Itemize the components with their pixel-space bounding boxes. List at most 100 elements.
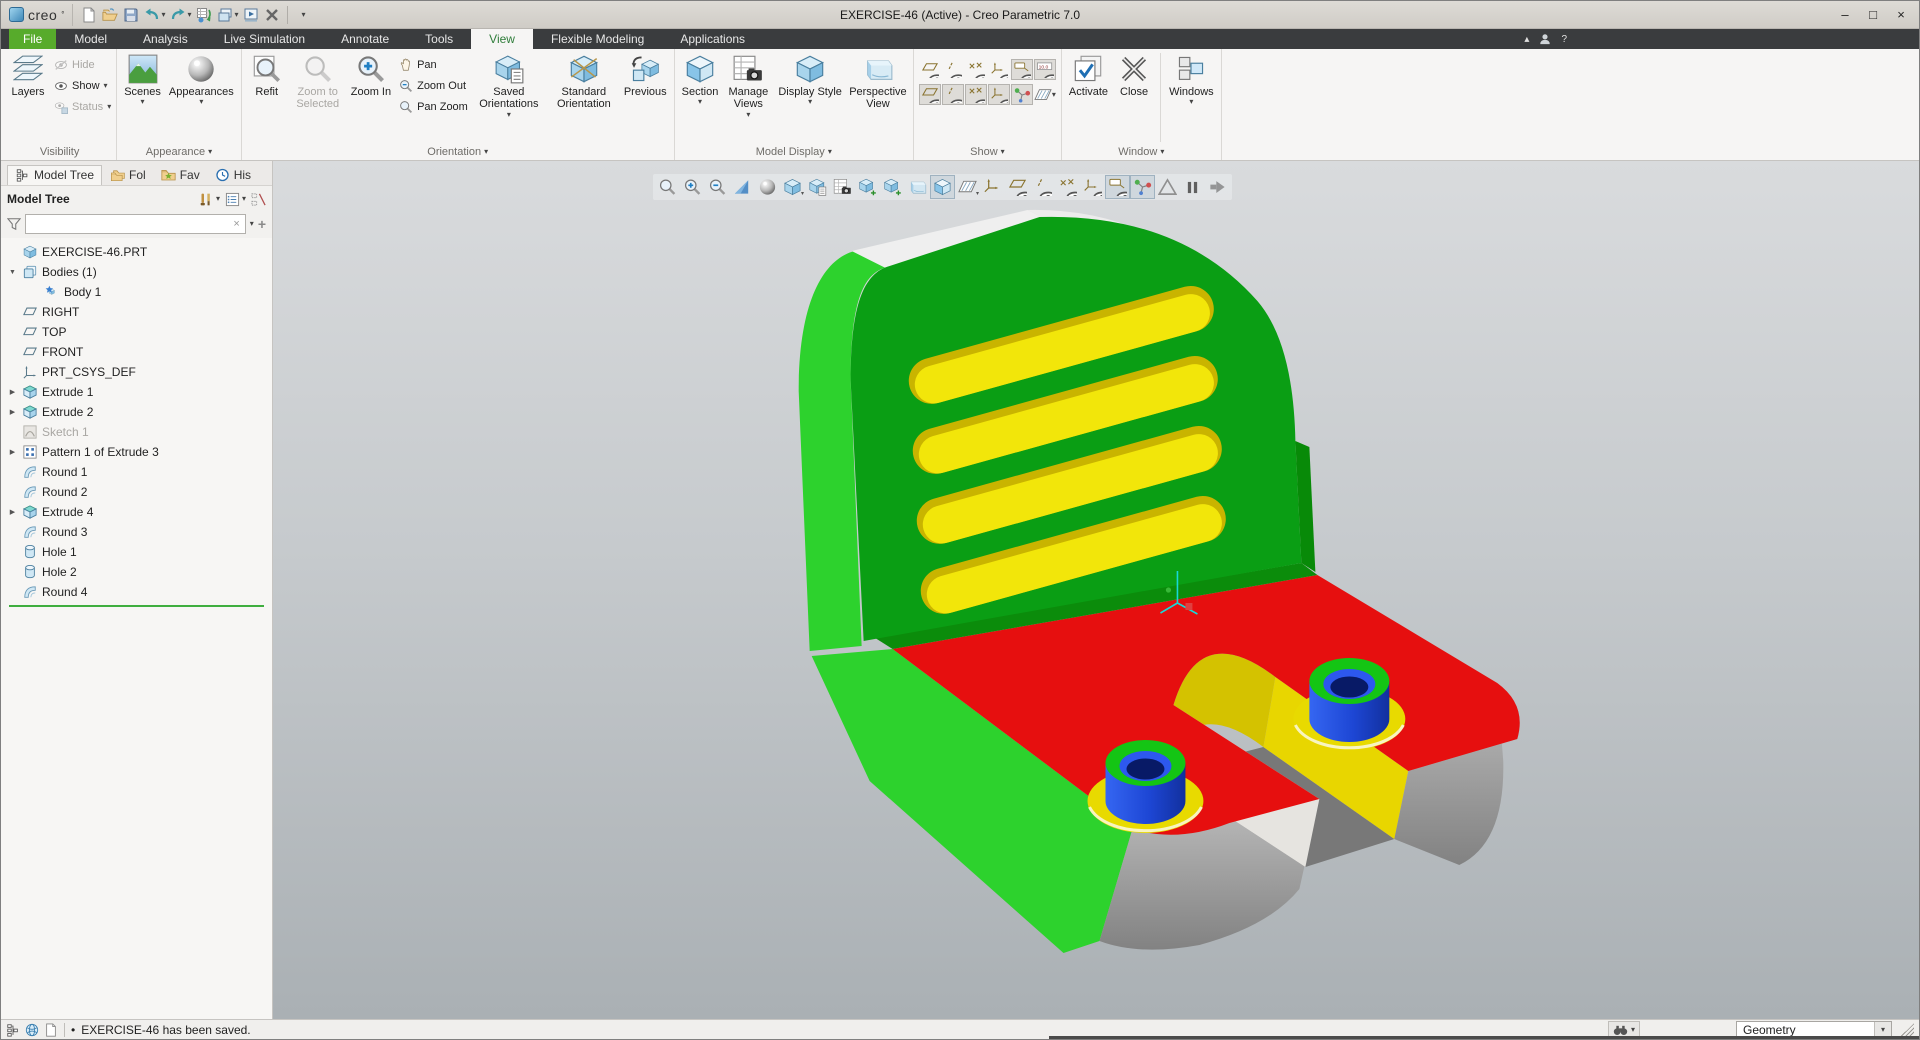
tree-settings-button[interactable]: ▾: [199, 192, 220, 207]
csys-tag-toggle[interactable]: [987, 84, 1010, 105]
resize-grip[interactable]: [1900, 1022, 1914, 1037]
group-label-orientation[interactable]: Orientation ▾: [245, 144, 671, 160]
new-button[interactable]: [79, 4, 99, 26]
perspective-icon[interactable]: [905, 175, 930, 199]
tree-item-hole2[interactable]: Hole 2: [1, 562, 272, 582]
previous-button[interactable]: Previous: [620, 51, 671, 98]
saved-orientations-button[interactable]: Saved Orientations ▾: [470, 51, 548, 119]
display-style-button[interactable]: Display Style ▾: [774, 51, 846, 106]
undo-button[interactable]: ▾: [142, 4, 167, 26]
tab-model[interactable]: Model: [56, 29, 125, 49]
open-button[interactable]: [100, 4, 120, 26]
insert-here-indicator[interactable]: [9, 605, 264, 607]
filter-input-box[interactable]: ×: [25, 214, 246, 234]
close-window-button[interactable]: [262, 4, 282, 26]
saved-orientations-icon[interactable]: [805, 175, 830, 199]
tree-item-right[interactable]: RIGHT: [1, 302, 272, 322]
exit-toolbar-icon[interactable]: [1205, 175, 1230, 199]
geometry-check-icon[interactable]: [1155, 175, 1180, 199]
expander-icon[interactable]: ▶: [7, 448, 18, 456]
tree-item-top[interactable]: TOP: [1, 322, 272, 342]
group-label-appearance[interactable]: Appearance ▾: [120, 144, 238, 160]
windows-stack-button[interactable]: ▾: [215, 4, 240, 26]
tab-folder-browser[interactable]: Fol: [103, 166, 153, 185]
part-3d-model[interactable]: [273, 161, 1919, 1019]
point-display-icon[interactable]: [1055, 175, 1080, 199]
refit-button[interactable]: Refit: [245, 51, 289, 98]
tab-applications[interactable]: Applications: [662, 29, 763, 49]
named-view-icon[interactable]: [880, 175, 905, 199]
tree-item-body1[interactable]: Body 1: [1, 282, 272, 302]
tree-item-part[interactable]: EXERCISE-46.PRT: [1, 242, 272, 262]
web-browser-button[interactable]: [25, 1023, 39, 1037]
plane-tag-toggle[interactable]: [918, 84, 941, 105]
tab-live-simulation[interactable]: Live Simulation: [206, 29, 323, 49]
toggle-model-tree-button[interactable]: [6, 1023, 20, 1037]
csys-display-toggle[interactable]: [988, 59, 1010, 80]
zoom-in-button[interactable]: Zoom In: [347, 51, 395, 98]
save-button[interactable]: [121, 4, 141, 26]
pause-icon[interactable]: [1180, 175, 1205, 199]
layers-button[interactable]: Layers: [6, 51, 50, 98]
pan-zoom-button[interactable]: Pan Zoom: [399, 99, 468, 115]
minimize-button[interactable]: –: [1831, 4, 1859, 26]
repaint-icon[interactable]: [730, 175, 755, 199]
zoom-in-icon[interactable]: [680, 175, 705, 199]
tree-item-bodies[interactable]: ▼ Bodies (1): [1, 262, 272, 282]
annotation-display-icon[interactable]: [1105, 175, 1130, 199]
blank-page-button[interactable]: [44, 1023, 58, 1037]
axis-display-toggle[interactable]: [942, 59, 964, 80]
zoom-out-button[interactable]: Zoom Out: [399, 78, 468, 94]
appearances-button[interactable]: Appearances ▾: [165, 51, 238, 106]
plane-display-toggle[interactable]: [919, 59, 941, 80]
windows-button[interactable]: Windows ▾: [1165, 51, 1218, 106]
manage-views-button[interactable]: Manage Views ▾: [722, 51, 774, 119]
tab-view[interactable]: View: [471, 29, 533, 49]
expander-icon[interactable]: ▼: [7, 269, 18, 276]
tree-item-sketch1[interactable]: Sketch 1: [1, 422, 272, 442]
tree-item-front[interactable]: FRONT: [1, 342, 272, 362]
user-icon[interactable]: [1539, 33, 1551, 45]
chevron-down-icon[interactable]: ▾: [161, 10, 165, 19]
point-display-toggle[interactable]: [965, 59, 987, 80]
maximize-button[interactable]: □: [1859, 4, 1887, 26]
help-icon[interactable]: ?: [1561, 34, 1567, 45]
spin-center-icon[interactable]: [1130, 175, 1155, 199]
tab-favorites[interactable]: Fav: [154, 166, 207, 185]
annotation-filters-icon[interactable]: [980, 175, 1005, 199]
graphics-viewport[interactable]: ▾ ▾: [273, 161, 1919, 1019]
tree-item-extrude2[interactable]: ▶ Extrude 2: [1, 402, 272, 422]
datum-display-filters-icon[interactable]: ▾: [955, 175, 980, 199]
activate-button[interactable]: Activate: [1065, 51, 1112, 98]
pan-button[interactable]: Pan: [399, 57, 468, 73]
zoom-out-icon[interactable]: [705, 175, 730, 199]
tab-annotate[interactable]: Annotate: [323, 29, 407, 49]
tree-filters-button[interactable]: ▾: [225, 192, 246, 207]
group-label-window[interactable]: Window ▾: [1065, 144, 1218, 160]
tab-flexible-modeling[interactable]: Flexible Modeling: [533, 29, 662, 49]
tab-file[interactable]: File: [9, 29, 57, 49]
tab-analysis[interactable]: Analysis: [125, 29, 206, 49]
group-label-model-display[interactable]: Model Display ▾: [678, 144, 910, 160]
tree-item-round2[interactable]: Round 2: [1, 482, 272, 502]
shading-quality-icon[interactable]: [755, 175, 780, 199]
tab-model-tree[interactable]: Model Tree: [7, 165, 103, 185]
minimize-ribbon-icon[interactable]: ▴: [1524, 34, 1529, 45]
chevron-down-icon[interactable]: ▾: [234, 10, 238, 19]
customize-qat-button[interactable]: ▾: [293, 4, 313, 26]
refit-icon[interactable]: [655, 175, 680, 199]
axis-tag-toggle[interactable]: [941, 84, 964, 105]
tree-item-pattern1[interactable]: ▶ Pattern 1 of Extrude 3: [1, 442, 272, 462]
add-filter-icon[interactable]: +: [258, 216, 266, 232]
tree-item-round4[interactable]: Round 4: [1, 582, 272, 602]
view-normal-icon[interactable]: [855, 175, 880, 199]
show-button[interactable]: Show ▾: [54, 78, 111, 94]
tree-hide-button[interactable]: [251, 192, 266, 207]
expander-icon[interactable]: ▶: [7, 408, 18, 416]
tab-history[interactable]: His: [208, 166, 258, 185]
axis-display-icon[interactable]: [1030, 175, 1055, 199]
group-label-show[interactable]: Show ▾: [917, 144, 1058, 160]
tree-item-extrude1[interactable]: ▶ Extrude 1: [1, 382, 272, 402]
filter-dropdown-icon[interactable]: ▾: [250, 220, 254, 228]
model-tree-filter-input[interactable]: [29, 216, 232, 232]
